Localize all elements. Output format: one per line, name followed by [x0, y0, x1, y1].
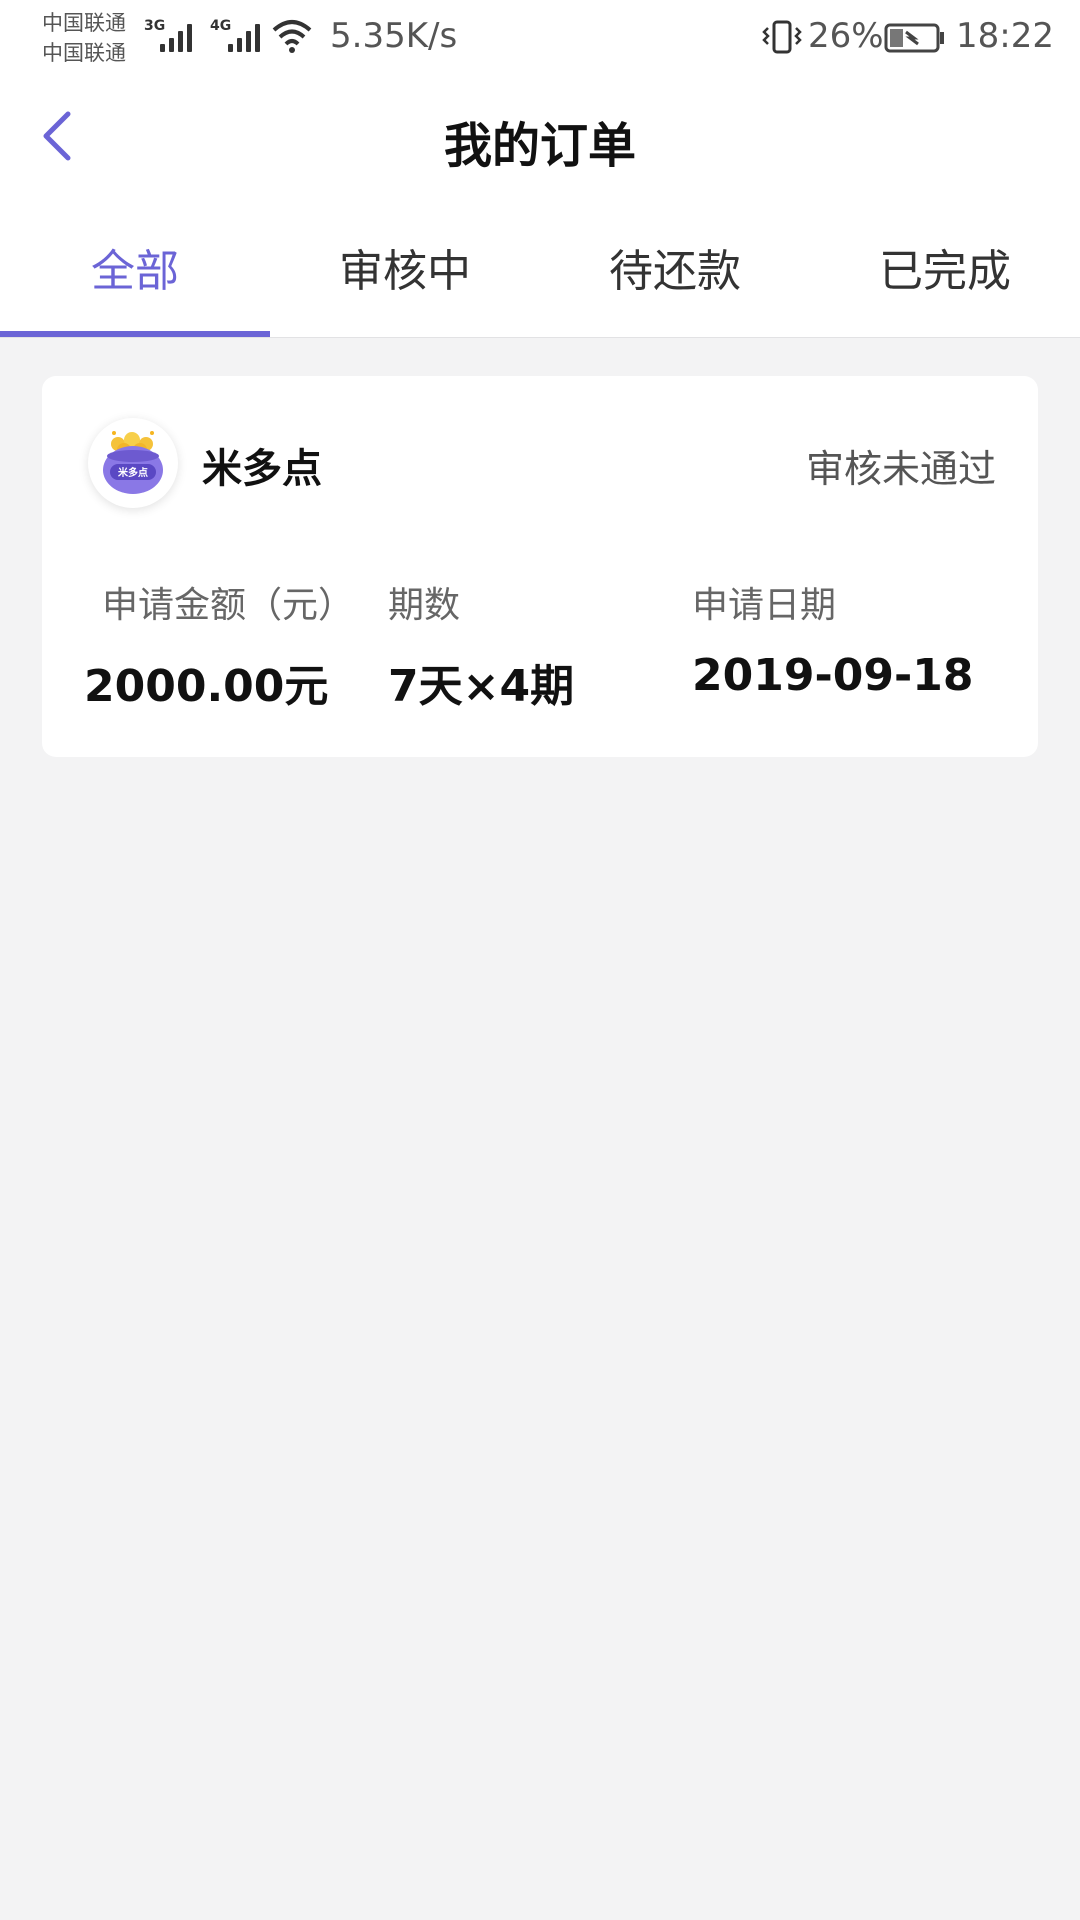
- wifi-icon: [272, 20, 312, 53]
- order-card[interactable]: 米多点 米多点 审核未通过 申请金额（元） 2000.00元 期数 7天×4期 …: [42, 376, 1038, 757]
- amount-value: 2000.00元: [84, 661, 329, 712]
- period-label: 期数: [388, 585, 461, 626]
- tab-reviewing[interactable]: 审核中: [270, 230, 540, 330]
- period-column: 期数 7天×4期: [388, 576, 574, 714]
- tab-completed[interactable]: 已完成: [810, 230, 1080, 330]
- lender-logo: 米多点: [88, 418, 178, 508]
- amount-column: 申请金额（元） 2000.00元: [84, 576, 354, 714]
- order-status: 审核未通过: [805, 447, 996, 491]
- tab-to-repay[interactable]: 待还款: [540, 230, 810, 330]
- clock: 18:22: [956, 16, 1054, 56]
- period-value: 7天×4期: [388, 661, 575, 712]
- battery-icon: [884, 23, 944, 53]
- date-column: 申请日期 2019-09-18: [692, 576, 973, 701]
- page-title: 我的订单: [443, 118, 636, 174]
- signal-icon-1: [160, 22, 192, 52]
- logo-text: 米多点: [118, 466, 148, 479]
- battery-percentage: 26%: [808, 16, 884, 56]
- date-label: 申请日期: [692, 585, 837, 626]
- status-bar: 中国联通 中国联通 3G 4G 5.35K/s 26% 18:22: [0, 0, 1080, 76]
- lender-name: 米多点: [202, 446, 322, 492]
- date-value: 2019-09-18: [692, 650, 974, 701]
- carrier-1: 中国联通: [42, 11, 126, 35]
- active-tab-indicator: [0, 331, 270, 337]
- money-pot-icon: 米多点: [89, 419, 177, 507]
- signal-icon-2: [228, 22, 260, 52]
- carrier-labels: 中国联通 中国联通: [42, 8, 126, 68]
- tab-all[interactable]: 全部: [0, 230, 270, 330]
- amount-label: 申请金额（元）: [102, 585, 355, 626]
- vibrate-icon: [762, 20, 802, 54]
- carrier-2: 中国联通: [42, 41, 126, 65]
- network-speed: 5.35K/s: [330, 16, 458, 56]
- order-tabs: 全部 审核中 待还款 已完成: [0, 230, 1080, 330]
